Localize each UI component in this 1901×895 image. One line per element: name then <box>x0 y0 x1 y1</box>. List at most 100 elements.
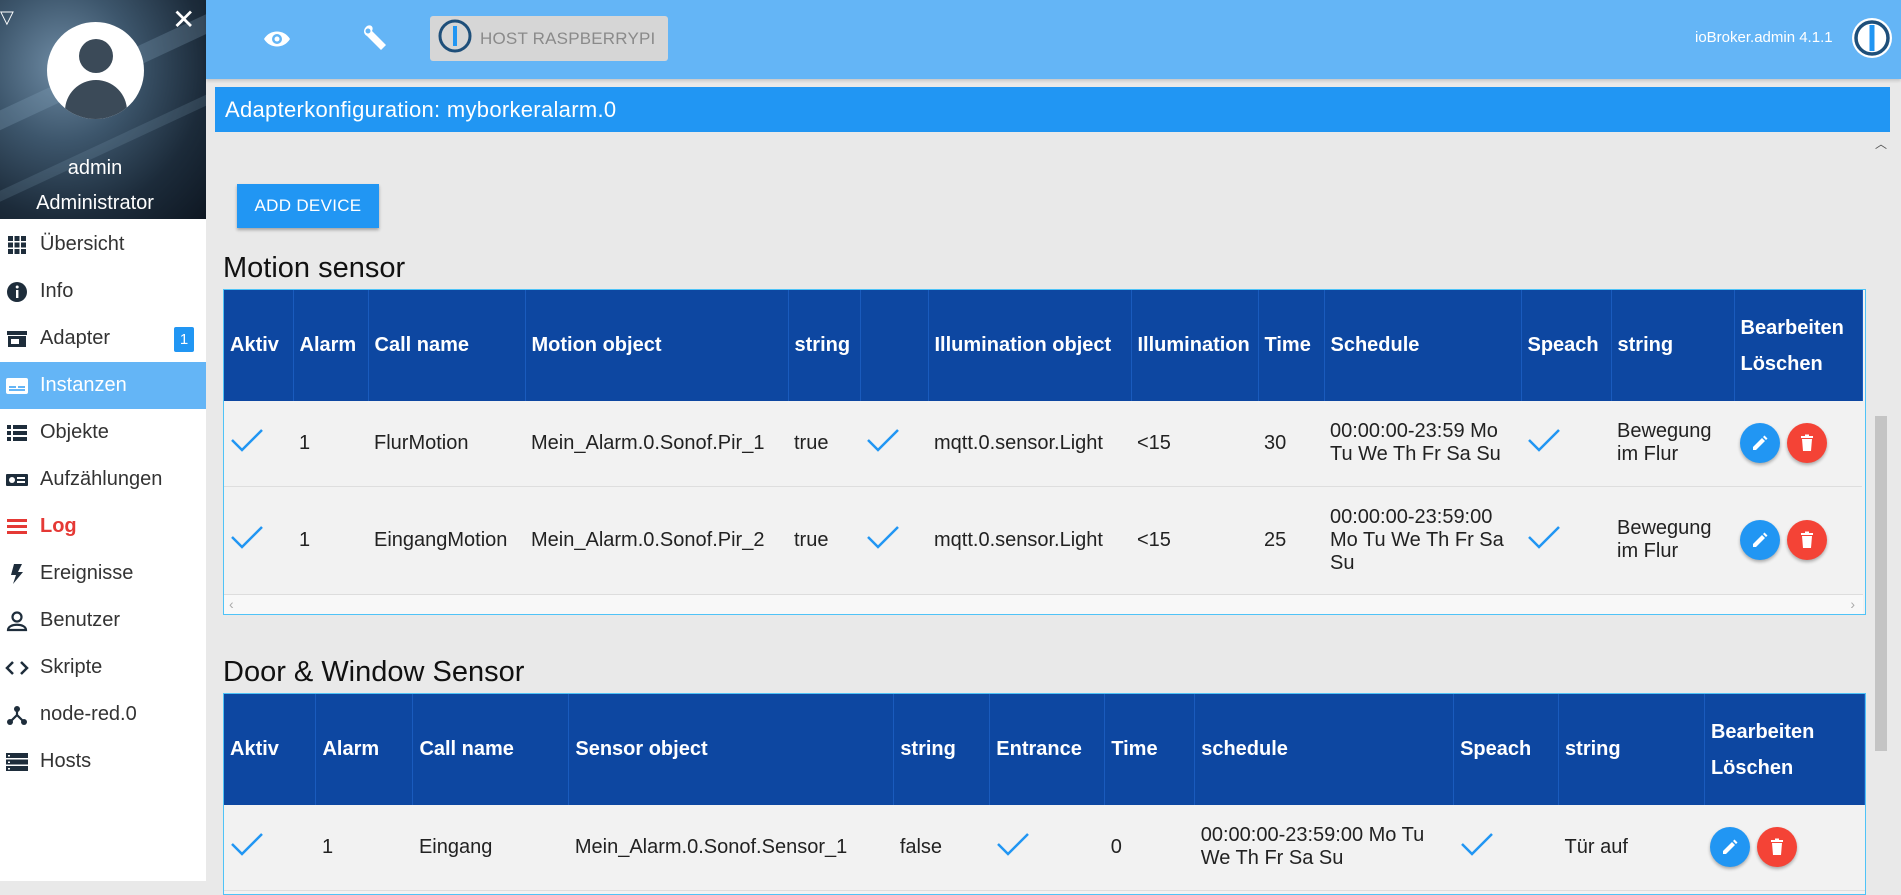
scroll-left-icon[interactable]: ‹ <box>229 596 234 612</box>
sidebar-item-aufzaehlungen[interactable]: Aufzählungen <box>0 456 206 503</box>
store-icon <box>4 329 30 349</box>
sidebar-item-uebersicht[interactable]: Übersicht <box>0 221 206 268</box>
check-icon[interactable] <box>860 486 928 595</box>
sidebar-item-adapter[interactable]: Adapter 1 <box>0 315 206 362</box>
code-icon <box>4 659 30 677</box>
sidebar-item-objekte[interactable]: Objekte <box>0 409 206 456</box>
column-header: Alarm <box>315 694 414 805</box>
version-label: ioBroker.admin 4.1.1 <box>1695 29 1833 46</box>
sidebar-item-log[interactable]: Log <box>0 503 206 550</box>
sidebar: ▽ ✕ admin Administrator Übersicht Info A… <box>0 0 206 881</box>
user-name: admin <box>67 157 123 179</box>
sidebar-item-skripte[interactable]: Skripte <box>0 644 206 691</box>
sidebar-item-label: Log <box>40 515 77 537</box>
motion-object-cell: Mein_Alarm.0.Sonof.Pir_1 <box>525 401 788 487</box>
sidebar-item-info[interactable]: Info <box>0 268 206 315</box>
door-section-title: Door & Window Sensor <box>223 656 525 688</box>
table-row: 1 Eingang Mein_Alarm.0.Sonof.Sensor_1 fa… <box>224 805 1865 891</box>
schedule-cell: 00:00:00-23:59:00 Mo Tu We Th Fr Sa Su <box>1324 486 1521 595</box>
illumination-cell: <15 <box>1131 486 1258 595</box>
sidebar-item-label: Hosts <box>40 750 92 772</box>
aktiv-check-icon[interactable] <box>224 805 316 891</box>
wrench-icon[interactable] <box>361 23 391 58</box>
column-header: Bearbeiten Löschen <box>1734 290 1863 401</box>
close-icon[interactable]: ✕ <box>172 6 195 34</box>
schedule-cell: 00:00:00-23:59:00 Mo Tu We Th Fr Sa Su <box>1194 805 1454 891</box>
add-device-button[interactable]: ADD DEVICE <box>237 184 379 228</box>
speach-check-icon[interactable] <box>1521 486 1611 595</box>
column-header: Schedule <box>1324 290 1522 401</box>
delete-button[interactable] <box>1786 520 1827 560</box>
aktiv-check-icon[interactable] <box>224 401 293 487</box>
sidebar-item-benutzer[interactable]: Benutzer <box>0 597 206 644</box>
grid-icon <box>4 235 30 255</box>
column-header: string <box>788 290 861 401</box>
top-bar: HOST RASPBERRYPI ioBroker.admin 4.1.1 <box>206 0 1901 79</box>
time-cell: 25 <box>1258 486 1324 595</box>
column-header: Entrance <box>989 694 1106 805</box>
menu-toggle-icon[interactable]: ▽ <box>0 8 14 26</box>
speach-string-cell: Bewegung im Flur <box>1611 401 1734 487</box>
scroll-thumb[interactable] <box>1875 416 1887 751</box>
entrance-check-icon[interactable] <box>989 805 1105 891</box>
door-window-sensor-table: Aktiv Alarm Call name Sensor object stri… <box>223 693 1866 895</box>
motion-object-cell: Mein_Alarm.0.Sonof.Pir_2 <box>525 486 788 595</box>
table-row: 1 FlurMotion Mein_Alarm.0.Sonof.Pir_1 tr… <box>224 401 1862 487</box>
column-header: Motion object <box>525 290 789 401</box>
hosts-icon <box>4 752 30 772</box>
column-header: schedule <box>1194 694 1455 805</box>
scroll-right-icon[interactable]: › <box>1850 596 1855 612</box>
nodes-icon <box>4 704 30 726</box>
iobroker-brand-icon[interactable] <box>1850 16 1894 65</box>
sidebar-item-hosts[interactable]: Hosts <box>0 738 206 785</box>
host-selector-button[interactable]: HOST RASPBERRYPI <box>430 16 668 61</box>
call-name-cell: Eingang <box>412 805 569 891</box>
sidebar-item-label: Objekte <box>40 421 109 443</box>
sidebar-item-instanzen[interactable]: Instanzen <box>0 362 206 409</box>
alarm-cell: 1 <box>293 401 368 487</box>
column-header: Speach <box>1453 694 1560 805</box>
column-header: Time <box>1104 694 1196 805</box>
column-header: string <box>1611 290 1735 401</box>
edit-button[interactable] <box>1740 520 1780 560</box>
delete-button[interactable] <box>1757 827 1798 868</box>
check-icon[interactable] <box>860 401 928 487</box>
edit-button[interactable] <box>1710 827 1751 868</box>
iobroker-logo-icon <box>438 19 472 58</box>
speach-check-icon[interactable] <box>1521 401 1611 487</box>
schedule-cell: 00:00:00-23:59 Mo Tu We Th Fr Sa Su <box>1324 401 1521 487</box>
column-header: Bearbeiten Löschen <box>1704 694 1865 805</box>
column-header: Alarm <box>293 290 369 401</box>
scroll-up-icon[interactable]: ︿ <box>1875 135 1887 152</box>
page-title: Adapterkonfiguration: myborkeralarm.0 <box>215 87 1890 132</box>
column-header <box>860 290 929 401</box>
log-icon <box>4 517 30 537</box>
illumination-object-cell: mqtt.0.sensor.Light <box>928 401 1131 487</box>
time-cell: 0 <box>1104 805 1195 891</box>
speach-check-icon[interactable] <box>1453 805 1559 891</box>
avatar <box>47 22 144 119</box>
horizontal-scrollbar[interactable]: ‹ › <box>224 594 1863 614</box>
vertical-scrollbar[interactable]: ︿ <box>1872 133 1888 881</box>
edit-button[interactable] <box>1740 423 1780 464</box>
sidebar-item-label: Übersicht <box>40 233 125 255</box>
host-label: HOST RASPBERRYPI <box>480 28 656 48</box>
sidebar-item-label: Instanzen <box>40 374 127 396</box>
row-actions <box>1704 805 1865 891</box>
eye-icon[interactable] <box>262 26 292 57</box>
sidebar-item-label: node-red.0 <box>40 703 137 725</box>
aktiv-check-icon[interactable] <box>224 486 293 595</box>
column-header: Illumination object <box>928 290 1132 401</box>
delete-button[interactable] <box>1786 423 1827 464</box>
speach-string-cell: Bewegung im Flur <box>1611 486 1734 595</box>
column-header: string <box>893 694 991 805</box>
illumination-cell: <15 <box>1131 401 1258 487</box>
column-header: Speach <box>1521 290 1612 401</box>
sidebar-item-ereignisse[interactable]: Ereignisse <box>0 550 206 597</box>
speach-string-cell: Tür auf <box>1558 805 1705 891</box>
table-row: 1 EingangMotion Mein_Alarm.0.Sonof.Pir_2… <box>224 486 1862 595</box>
row-actions <box>1734 401 1862 487</box>
string-cell: true <box>788 486 860 595</box>
profile-header: ▽ ✕ admin Administrator <box>0 0 206 219</box>
sidebar-item-node-red[interactable]: node-red.0 <box>0 691 206 738</box>
